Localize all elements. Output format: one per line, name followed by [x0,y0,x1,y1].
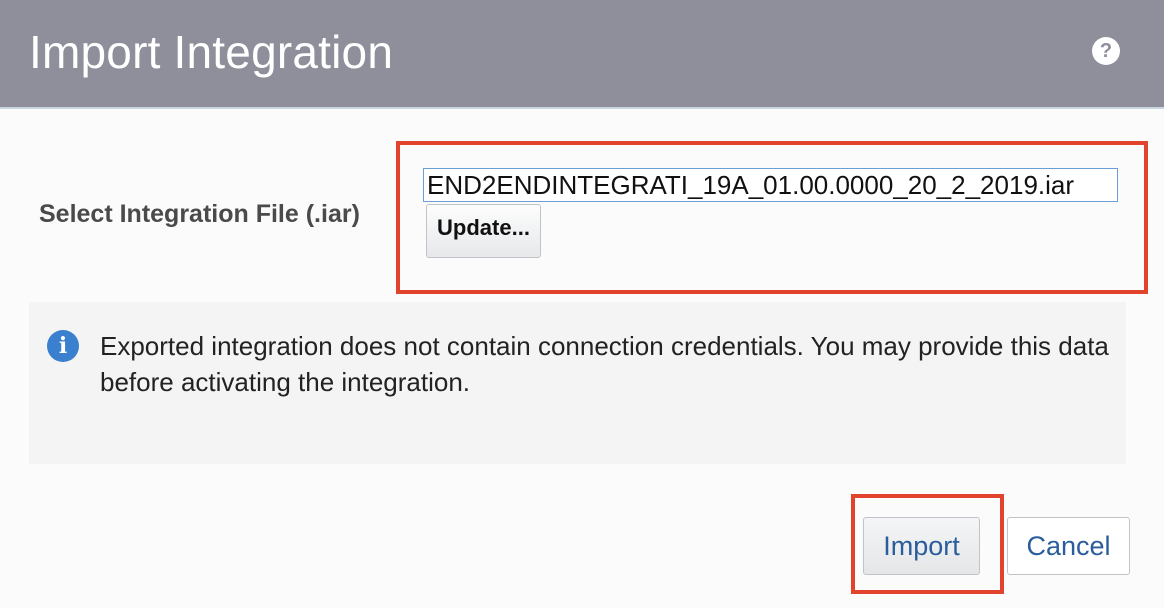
info-message: Exported integration does not contain co… [100,331,1109,397]
integration-file-input[interactable] [423,168,1118,202]
dialog-title-bar: Import Integration ? [0,0,1164,109]
import-integration-dialog: Import Integration ? Select Integration … [0,0,1164,608]
update-file-button[interactable]: Update... [426,204,541,258]
help-icon[interactable]: ? [1092,37,1120,65]
import-button[interactable]: Import [863,517,980,575]
cancel-button[interactable]: Cancel [1007,517,1130,575]
info-icon: i [47,330,79,362]
file-field-label: Select Integration File (.iar) [39,200,360,228]
dialog-title: Import Integration [29,26,394,78]
